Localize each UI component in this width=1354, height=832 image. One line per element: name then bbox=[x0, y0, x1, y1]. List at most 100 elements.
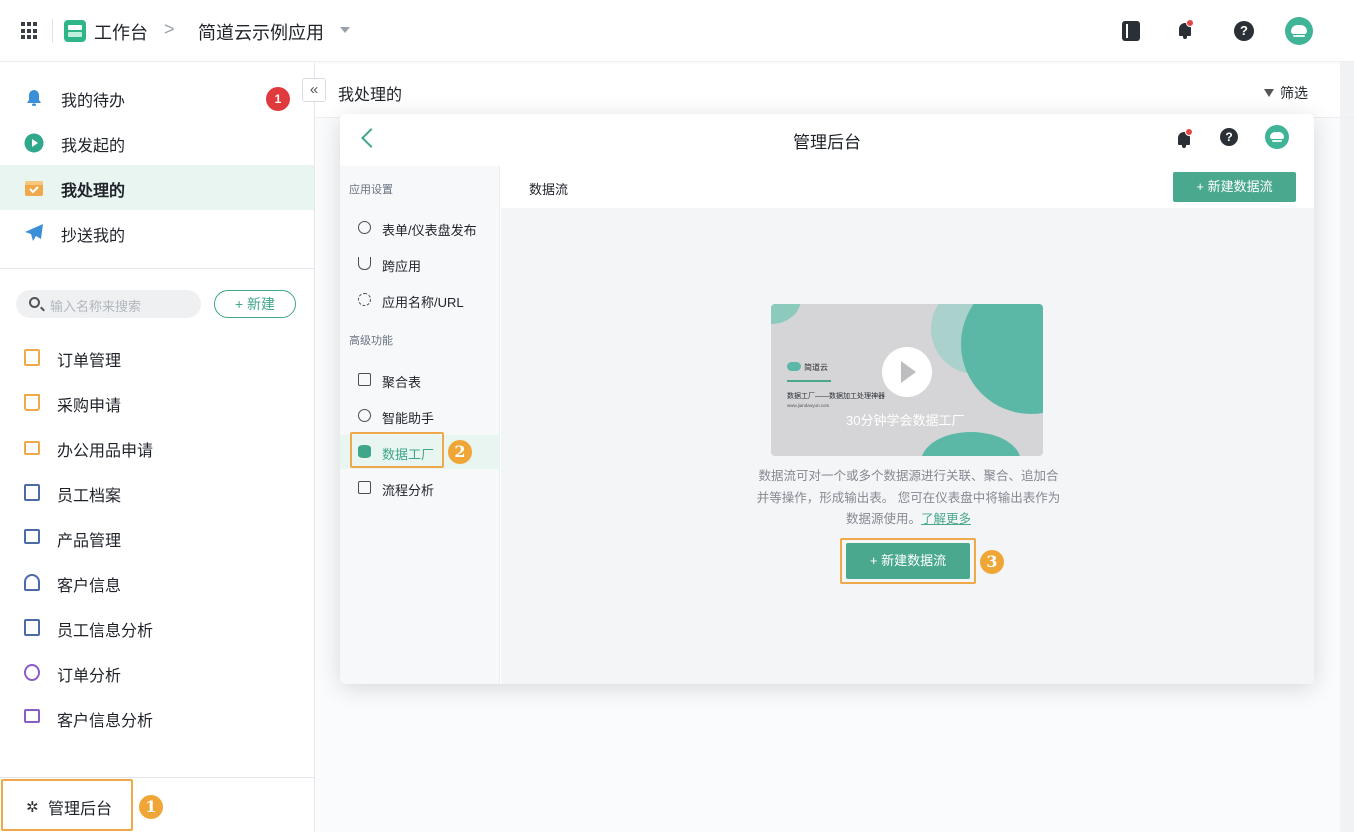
lightbulb-icon bbox=[358, 409, 371, 422]
topbar-divider bbox=[52, 19, 53, 43]
document-icon bbox=[24, 484, 40, 501]
app-item-product-management[interactable]: 产品管理 bbox=[0, 517, 314, 559]
user-icon bbox=[24, 574, 40, 591]
form-icon bbox=[24, 349, 40, 366]
group-title-advanced: 高级功能 bbox=[349, 335, 393, 347]
app-item-customer-info[interactable]: 客户信息 bbox=[0, 562, 314, 604]
app-label: 客户信息 bbox=[57, 578, 122, 595]
menu-label: 跨应用 bbox=[382, 259, 422, 274]
notification-bell-icon[interactable] bbox=[1177, 19, 1194, 39]
app-label: 采购申请 bbox=[57, 398, 122, 415]
user-avatar[interactable] bbox=[1265, 125, 1289, 149]
menu-item-cross-app[interactable]: 跨应用 bbox=[340, 247, 500, 281]
admin-console-button[interactable]: ✲ 管理后台 bbox=[1, 779, 133, 831]
gear-icon bbox=[358, 293, 371, 306]
help-icon[interactable]: ? bbox=[1220, 128, 1238, 146]
new-data-flow-button-top[interactable]: + 新建数据流 bbox=[1173, 172, 1296, 202]
filter-button[interactable]: 筛选 bbox=[1264, 83, 1308, 103]
tutorial-video-thumbnail[interactable]: 简道云 数据工厂——数据加工处理神器 www.jiandaoyun.com 30… bbox=[771, 304, 1043, 456]
scrollbar-track bbox=[1340, 62, 1354, 832]
desc-line: 数据源使用。 bbox=[845, 512, 921, 526]
app-grid-icon[interactable] bbox=[21, 22, 39, 40]
app-label: 客户信息分析 bbox=[57, 713, 154, 730]
admin-console-label: 管理后台 bbox=[48, 801, 113, 818]
bar-chart-icon bbox=[24, 619, 40, 636]
menu-item-app-name-url[interactable]: 应用名称/URL bbox=[340, 283, 500, 317]
app-label: 办公用品申请 bbox=[57, 443, 154, 460]
nav-item-cc[interactable]: 抄送我的 bbox=[0, 210, 314, 255]
data-flow-description: 数据流可对一个或多个数据源进行关联、聚合、追加合 并等操作，形成输出表。 您可在… bbox=[736, 466, 1081, 531]
notification-bell-icon[interactable] bbox=[1176, 128, 1193, 148]
collapse-sidebar-button[interactable]: « bbox=[302, 78, 326, 102]
filter-label: 筛选 bbox=[1280, 85, 1308, 101]
app-label: 订单管理 bbox=[57, 353, 122, 370]
admin-panel-header: 管理后台 ? bbox=[340, 114, 1314, 166]
sidebar: 我的待办 1 我发起的 我处理的 抄送我的 输入名称来搜索 + 新建 订单管理 … bbox=[0, 63, 315, 832]
highlight-data-factory bbox=[350, 432, 444, 468]
sidebar-divider bbox=[0, 268, 314, 269]
menu-item-smart-assistant[interactable]: 智能助手 bbox=[340, 399, 500, 433]
app-item-order-management[interactable]: 订单管理 bbox=[0, 337, 314, 379]
learn-more-link[interactable]: 了解更多 bbox=[921, 512, 971, 526]
cross-app-icon bbox=[358, 257, 371, 270]
briefcase-icon bbox=[24, 441, 40, 455]
nav-label: 我发起的 bbox=[61, 138, 126, 155]
data-factory-main: 数据流 + 新建数据流 简道云 数据工厂——数据加工处理神器 www.jiand… bbox=[501, 166, 1314, 684]
table-icon bbox=[358, 373, 371, 386]
menu-label: 智能助手 bbox=[382, 411, 435, 426]
video-url: www.jiandaoyun.com bbox=[787, 403, 830, 408]
app-item-order-analysis[interactable]: 订单分析 bbox=[0, 652, 314, 694]
sidebar-bottom-divider bbox=[0, 777, 314, 778]
chevron-down-icon[interactable] bbox=[340, 27, 350, 33]
search-placeholder: 输入名称来搜索 bbox=[50, 299, 142, 314]
app-item-employee-records[interactable]: 员工档案 bbox=[0, 472, 314, 514]
cart-icon bbox=[24, 394, 40, 411]
todo-count-badge: 1 bbox=[266, 87, 290, 111]
monitor-chart-icon bbox=[24, 709, 40, 723]
tab-data-flow[interactable]: 数据流 bbox=[529, 179, 568, 198]
user-avatar[interactable] bbox=[1285, 17, 1313, 45]
book-icon[interactable] bbox=[1122, 21, 1140, 41]
nav-label: 我处理的 bbox=[61, 183, 126, 200]
app-item-office-supplies[interactable]: 办公用品申请 bbox=[0, 427, 314, 469]
nav-item-initiated[interactable]: 我发起的 bbox=[0, 120, 314, 165]
app-label: 员工档案 bbox=[57, 488, 122, 505]
filter-icon bbox=[1264, 89, 1274, 97]
nav-label: 我的待办 bbox=[61, 93, 126, 110]
inbox-check-icon bbox=[25, 181, 43, 196]
step-badge-3: 3 bbox=[980, 550, 1004, 574]
bell-icon bbox=[27, 90, 41, 106]
admin-panel-modal: 管理后台 ? 应用设置 表单/仪表盘发布 跨应用 应用名称/URL 高级功能 聚… bbox=[340, 114, 1314, 684]
app-item-customer-analysis[interactable]: 客户信息分析 bbox=[0, 697, 314, 739]
menu-item-process-analysis[interactable]: 流程分析 bbox=[340, 471, 500, 505]
help-icon[interactable]: ? bbox=[1234, 21, 1254, 41]
app-label: 员工信息分析 bbox=[57, 623, 154, 640]
menu-item-aggregate-table[interactable]: 聚合表 bbox=[340, 363, 500, 397]
data-factory-toolbar: 数据流 + 新建数据流 bbox=[501, 166, 1314, 208]
workspace-link[interactable]: 工作台 bbox=[94, 19, 148, 45]
new-app-button[interactable]: + 新建 bbox=[214, 290, 296, 318]
nav-item-handled[interactable]: 我处理的 bbox=[0, 165, 314, 210]
top-bar: 工作台 > 简道云示例应用 ? bbox=[0, 0, 1354, 62]
desc-line: 并等操作，形成输出表。 您可在仪表盘中将输出表作为 bbox=[756, 490, 1061, 505]
admin-settings-sidebar: 应用设置 表单/仪表盘发布 跨应用 应用名称/URL 高级功能 聚合表 智能助手… bbox=[340, 166, 500, 684]
store-icon bbox=[24, 529, 40, 544]
nav-label: 抄送我的 bbox=[61, 228, 126, 245]
app-item-employee-analysis[interactable]: 员工信息分析 bbox=[0, 607, 314, 649]
new-data-flow-button[interactable]: + 新建数据流 bbox=[846, 543, 970, 579]
search-input[interactable]: 输入名称来搜索 bbox=[16, 290, 201, 318]
app-item-purchase-request[interactable]: 采购申请 bbox=[0, 382, 314, 424]
play-icon[interactable] bbox=[882, 347, 932, 397]
nav-item-todo[interactable]: 我的待办 1 bbox=[0, 75, 314, 120]
menu-label: 聚合表 bbox=[382, 375, 422, 390]
menu-label: 应用名称/URL bbox=[382, 295, 464, 310]
app-name-dropdown[interactable]: 简道云示例应用 bbox=[198, 19, 324, 45]
pie-chart-icon bbox=[24, 664, 40, 681]
menu-item-form-publish[interactable]: 表单/仪表盘发布 bbox=[340, 211, 500, 245]
gear-icon: ✲ bbox=[26, 799, 39, 816]
share-icon bbox=[358, 221, 371, 234]
app-label: 产品管理 bbox=[57, 533, 122, 550]
desc-line: 数据流可对一个或多个数据源进行关联、聚合、追加合 bbox=[758, 469, 1059, 483]
video-subtitle: 数据工厂——数据加工处理神器 bbox=[787, 393, 885, 400]
workspace-icon[interactable] bbox=[64, 20, 86, 42]
